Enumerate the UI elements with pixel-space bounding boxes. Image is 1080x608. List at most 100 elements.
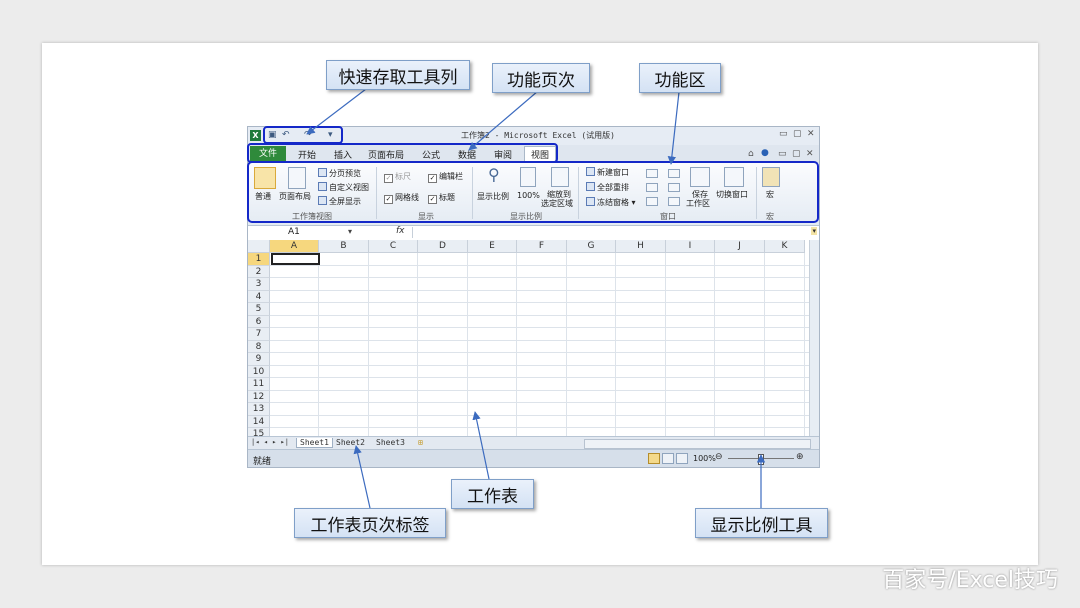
column-header-f[interactable]: F [517, 240, 567, 253]
zoom-selection-label-2[interactable]: 选定区域 [541, 198, 573, 209]
row-header-6[interactable]: 6 [248, 315, 270, 328]
view-side-by-side-icon[interactable] [668, 169, 680, 178]
zoom-selection-icon[interactable] [551, 167, 569, 187]
zoom-out-icon[interactable]: ⊖ [715, 452, 723, 462]
macros-button[interactable]: 宏 [766, 189, 774, 200]
gridlines-checkbox[interactable]: ✓ 网格线 [384, 192, 419, 204]
zoom-level[interactable]: 100% [693, 454, 716, 463]
name-box-dropdown-icon[interactable]: ▾ [348, 227, 352, 236]
insert-function-button[interactable]: fx [396, 226, 405, 236]
zoom-button[interactable]: 显示比例 [477, 191, 509, 202]
page-layout-status-icon[interactable] [662, 453, 674, 464]
sync-scroll-icon[interactable] [668, 183, 680, 192]
switch-windows-icon[interactable] [724, 167, 744, 187]
minimize-icon[interactable]: ▭ [779, 129, 788, 139]
doc-restore-icon[interactable]: ▢ [792, 149, 801, 159]
row-header-4[interactable]: 4 [248, 290, 270, 303]
expand-formula-bar-icon[interactable]: ▾ [811, 227, 817, 235]
row-header-7[interactable]: 7 [248, 328, 270, 341]
sheet-tab-1[interactable]: Sheet1 [296, 438, 333, 448]
normal-view-icon[interactable] [254, 167, 276, 189]
split-icon[interactable] [646, 169, 658, 178]
zoom-100-icon[interactable] [520, 167, 536, 187]
page-break-preview-button[interactable]: 分页预览 [318, 168, 361, 179]
row-header-12[interactable]: 12 [248, 390, 270, 403]
close-icon[interactable]: ✕ [807, 129, 815, 139]
column-header-d[interactable]: D [418, 240, 468, 253]
active-cell[interactable] [271, 253, 320, 265]
save-workspace-label-2[interactable]: 工作区 [686, 198, 710, 209]
macros-icon[interactable] [762, 167, 780, 187]
zoom-100-button[interactable]: 100% [517, 191, 540, 200]
customize-qat-icon[interactable]: ▾ [328, 130, 333, 140]
row-header-11[interactable]: 11 [248, 378, 270, 391]
help-icon[interactable]: ● [761, 148, 769, 158]
column-header-e[interactable]: E [468, 240, 517, 253]
doc-close-icon[interactable]: ✕ [806, 149, 814, 159]
tab-insert[interactable]: 插入 [334, 148, 352, 161]
normal-view-status-icon[interactable] [648, 453, 660, 464]
row-header-15[interactable]: 15 [248, 428, 270, 436]
row-header-3[interactable]: 3 [248, 278, 270, 291]
tab-page-layout[interactable]: 页面布局 [368, 148, 404, 161]
page-break-status-icon[interactable] [676, 453, 688, 464]
vertical-scrollbar[interactable] [809, 240, 819, 436]
tab-view[interactable]: 视图 [524, 146, 557, 162]
column-header-b[interactable]: B [319, 240, 369, 253]
row-header-9[interactable]: 9 [248, 353, 270, 366]
switch-windows-button[interactable]: 切换窗口 [716, 189, 748, 200]
collapse-ribbon-icon[interactable]: ⌂ [748, 149, 754, 159]
row-header-14[interactable]: 14 [248, 415, 270, 428]
tab-home[interactable]: 开始 [298, 148, 316, 161]
normal-view-button[interactable]: 普通 [255, 191, 271, 202]
worksheet-grid[interactable]: ABCDEFGHIJK 1 2 3 4 5 6 7 8 9 10 11 12 13 14 15 [248, 240, 819, 436]
full-screen-button[interactable]: 全屏显示 [318, 196, 361, 207]
tab-formulas[interactable]: 公式 [422, 148, 440, 161]
insert-sheet-icon[interactable]: ⊞ [418, 438, 423, 447]
tab-file[interactable]: 文件 [250, 146, 286, 162]
column-header-h[interactable]: H [616, 240, 666, 253]
sheet-tab-2[interactable]: Sheet2 [336, 438, 365, 447]
row-header-10[interactable]: 10 [248, 365, 270, 378]
row-header-8[interactable]: 8 [248, 340, 270, 353]
new-window-button[interactable]: 新建窗口 [586, 167, 629, 178]
row-header-1[interactable]: 1 [248, 253, 270, 266]
tab-review[interactable]: 审阅 [494, 148, 512, 161]
column-header-a[interactable]: A [270, 240, 319, 253]
maximize-icon[interactable]: ▢ [793, 129, 802, 139]
freeze-panes-button[interactable]: 冻结窗格 ▾ [586, 197, 636, 208]
save-workspace-icon[interactable] [690, 167, 710, 187]
formula-bar-checkbox[interactable]: ✓ 编辑栏 [428, 171, 463, 183]
ruler-checkbox[interactable]: ✓ 标尺 [384, 171, 411, 183]
formula-input[interactable] [412, 227, 808, 238]
name-box[interactable]: A1 [288, 227, 300, 237]
select-all-corner[interactable] [248, 240, 270, 253]
unhide-icon[interactable] [646, 197, 658, 206]
arrange-all-button[interactable]: 全部重排 [586, 182, 629, 193]
row-header-13[interactable]: 13 [248, 403, 270, 416]
column-header-g[interactable]: G [567, 240, 616, 253]
redo-icon[interactable]: ↷ [304, 130, 312, 140]
doc-minimize-icon[interactable]: ▭ [778, 149, 787, 159]
column-header-c[interactable]: C [369, 240, 418, 253]
headings-checkbox[interactable]: ✓ 标题 [428, 192, 455, 204]
row-header-5[interactable]: 5 [248, 303, 270, 316]
column-header-i[interactable]: I [666, 240, 715, 253]
horizontal-scrollbar[interactable] [584, 439, 811, 449]
sheet-nav-arrows-icon[interactable]: |◂ ◂ ▸ ▸| [251, 438, 289, 446]
zoom-slider-thumb[interactable] [758, 454, 764, 465]
hide-icon[interactable] [646, 183, 658, 192]
column-header-j[interactable]: J [715, 240, 765, 253]
sheet-tab-3[interactable]: Sheet3 [376, 438, 405, 447]
page-layout-view-button[interactable]: 页面布局 [279, 191, 311, 202]
row-header-2[interactable]: 2 [248, 265, 270, 278]
zoom-magnifier-icon[interactable]: ⚲ [488, 165, 500, 184]
column-header-k[interactable]: K [765, 240, 805, 253]
undo-icon[interactable]: ↶ [282, 130, 290, 140]
custom-views-button[interactable]: 自定义视图 [318, 182, 369, 193]
zoom-in-icon[interactable]: ⊕ [796, 452, 804, 462]
page-layout-view-icon[interactable] [288, 167, 306, 189]
reset-position-icon[interactable] [668, 197, 680, 206]
tab-data[interactable]: 数据 [458, 148, 476, 161]
save-icon[interactable]: ▣ [268, 130, 277, 140]
